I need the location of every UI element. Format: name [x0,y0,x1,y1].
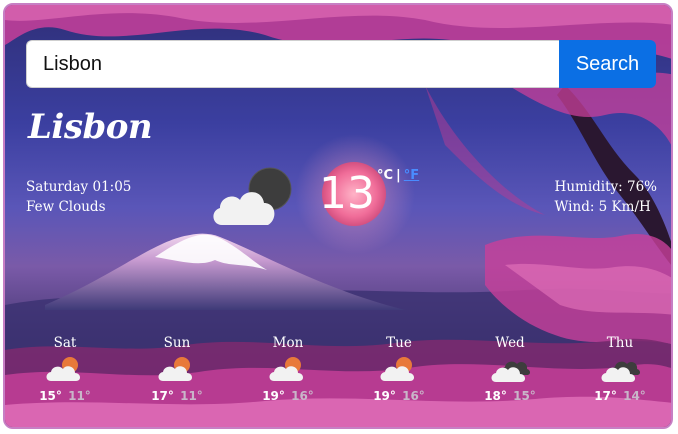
forecast-max: 17° [151,389,174,403]
forecast-temps: 18° 15° [455,389,565,403]
dark-cloud-icon [601,361,640,382]
forecast-row: Sat 15° 11° Sun 17° 11° Mon 19° 16° Tue … [5,333,671,413]
forecast-day: Sat 15° 11° [10,333,120,403]
forecast-min: 14° [623,389,646,403]
unit-toggle: °C | °F [377,168,419,183]
forecast-day-name: Sun [163,335,191,351]
forecast-temps: 17° 11° [122,389,232,403]
forecast-day-name: Sat [53,335,77,351]
night-cloud-icon [213,167,292,225]
sun-cloud-icon [380,357,415,381]
forecast-max: 17° [594,389,617,403]
forecast-temps: 17° 14° [565,389,671,403]
forecast-max: 19° [262,389,285,403]
weather-stats: Humidity: 76% Wind: 5 Km/H [555,177,657,217]
forecast-day-name: Mon [272,335,304,351]
wind-label: Wind: 5 Km/H [554,199,651,215]
forecast-min: 16° [402,389,425,403]
forecast-day: Wed 18° 15° [455,333,565,403]
forecast-max: 15° [39,389,62,403]
forecast-min: 15° [513,389,536,403]
unit-separator: | [396,168,401,183]
forecast-day: Thu 17° 14° [565,333,671,403]
forecast-max: 19° [373,389,396,403]
city-name: Lisbon [28,107,153,147]
weather-card: Search Lisbon Saturday 01:05 Few Clouds … [3,3,673,429]
temperature-block: 13 °C | °F [319,168,419,220]
sun-cloud-icon [158,357,193,381]
forecast-temps: 19° 16° [233,389,343,403]
forecast-day-name: Tue [386,335,412,351]
weather-description: Few Clouds [26,199,106,215]
celsius-toggle[interactable]: °C [377,168,393,183]
forecast-max: 18° [484,389,507,403]
forecast-day-name: Wed [495,335,525,351]
forecast-day: Mon 19° 16° [233,333,343,403]
current-info: Saturday 01:05 Few Clouds [26,177,131,217]
forecast-min: 11° [180,389,203,403]
sun-cloud-icon [269,357,304,381]
forecast-min: 11° [68,389,91,403]
forecast-day: Tue 19° 16° [344,333,454,403]
forecast-temps: 19° 16° [344,389,454,403]
search-bar: Search [26,40,656,88]
forecast-day: Sun 17° 11° [122,333,232,403]
fahrenheit-toggle[interactable]: °F [404,168,419,183]
sun-cloud-icon [46,357,81,381]
current-temperature: 13 [319,168,375,219]
forecast-min: 16° [291,389,314,403]
search-button[interactable]: Search [559,40,656,88]
forecast-day-name: Thu [606,335,634,351]
forecast-temps: 15° 11° [10,389,120,403]
datetime-label: Saturday 01:05 [26,179,132,195]
dark-cloud-icon [491,361,530,382]
search-input[interactable] [26,40,559,88]
humidity-label: Humidity: 76% [554,179,657,195]
